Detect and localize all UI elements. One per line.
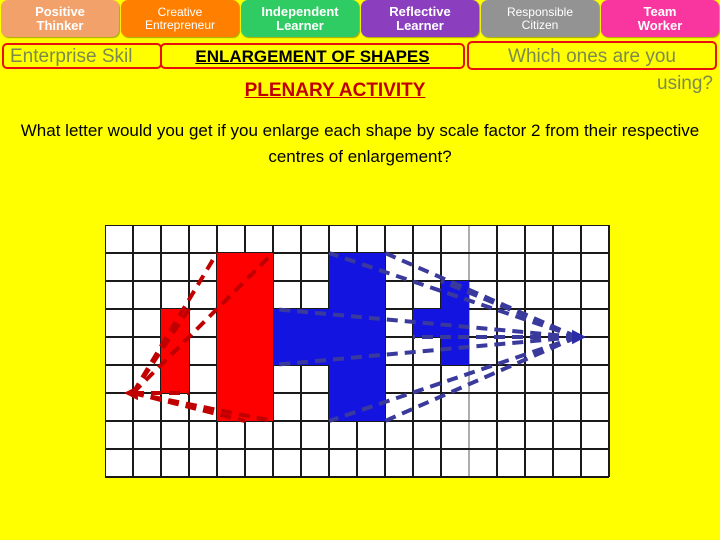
skill-chip-line2: Citizen: [521, 17, 559, 32]
skill-chip-line1: Responsible: [506, 5, 574, 20]
skill-chip-line1: Independent: [261, 3, 339, 19]
skill-chip-line2: Entrepreneur: [144, 17, 216, 32]
blue-large-shape-cell: [273, 309, 329, 365]
skill-chip-line2: Learner: [276, 17, 324, 33]
which-ones-are-you-label: Which ones are you: [467, 41, 717, 70]
skill-chip-responsible-citizen[interactable]: Responsible Citizen: [481, 0, 599, 37]
blue-large-shape-cell: [329, 253, 385, 421]
question-text: What letter would you get if you enlarge…: [20, 121, 700, 166]
skill-chip-reflective-learner[interactable]: Reflective Learner: [361, 0, 479, 37]
skill-chip-line1: Creative: [157, 5, 203, 20]
skill-chip-creative-entrepreneur[interactable]: Creative Entrepreneur: [121, 0, 239, 37]
red-large-shape-cell: [217, 253, 273, 421]
plenary-activity-heading: PLENARY ACTIVITY: [244, 80, 426, 101]
skill-chip-line1: Team: [643, 3, 677, 19]
skill-chip-line2: Learner: [396, 17, 444, 33]
skill-chip-line1: Reflective: [389, 3, 451, 19]
skill-chip-line1: Positive: [35, 3, 85, 19]
enterprise-skills-label: Enterprise Skil: [2, 43, 162, 69]
page-title: ENLARGEMENT OF SHAPES: [160, 43, 465, 69]
skill-chip-line2: Worker: [637, 17, 683, 33]
skill-chip-independent-learner[interactable]: Independent Learner: [241, 0, 359, 37]
enlargement-diagram: [105, 225, 613, 479]
skill-chip-positive-thinker[interactable]: Positive Thinker: [1, 0, 119, 37]
red-large-shape: [217, 253, 273, 421]
skills-banner: Positive Thinker Creative Entrepreneur I…: [0, 0, 720, 37]
skill-chip-team-worker[interactable]: Team Worker: [601, 0, 719, 37]
title-row: Enterprise Skil ENLARGEMENT OF SHAPES Wh…: [0, 40, 720, 72]
skill-chip-line2: Thinker: [36, 17, 84, 33]
diagram-canvas: [105, 225, 610, 478]
